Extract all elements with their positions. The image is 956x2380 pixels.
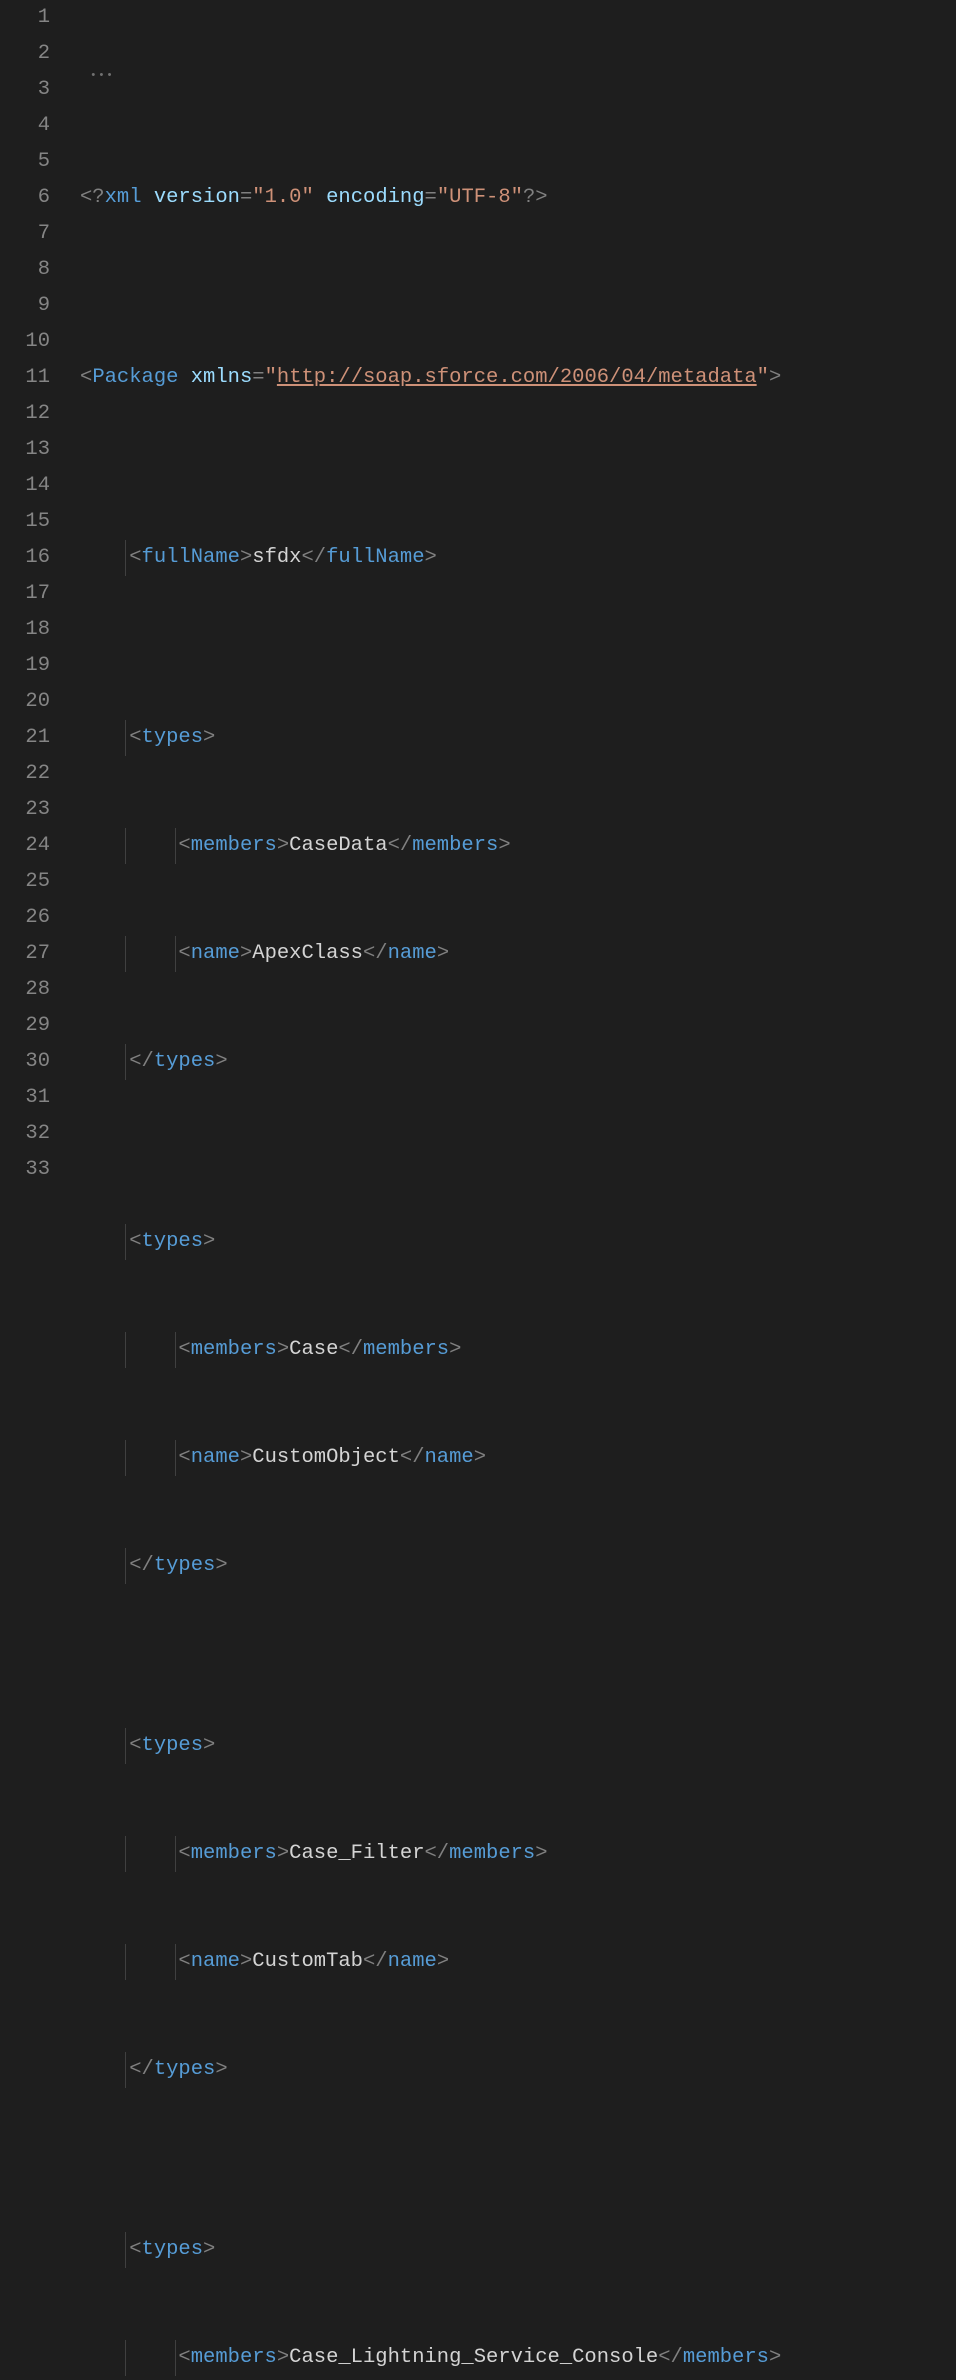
line-number: 19 xyxy=(0,648,50,684)
line-number: 22 xyxy=(0,756,50,792)
code-line: <types> xyxy=(80,720,781,756)
code-line: <types> xyxy=(80,2232,781,2268)
line-number: 32 xyxy=(0,1116,50,1152)
code-line: <fullName>sfdx</fullName> xyxy=(80,540,781,576)
line-number: 29 xyxy=(0,1008,50,1044)
code-line: <name>CustomObject</name> xyxy=(80,1440,781,1476)
line-number: 8 xyxy=(0,252,50,288)
code-line: <types> xyxy=(80,1224,781,1260)
code-line: <?xml version="1.0" encoding="UTF-8"?> xyxy=(80,180,781,216)
line-number: 21 xyxy=(0,720,50,756)
line-number: 23 xyxy=(0,792,50,828)
code-line: </types> xyxy=(80,2052,781,2088)
line-number: 33 xyxy=(0,1152,50,1188)
line-number: 6 xyxy=(0,180,50,216)
code-editor[interactable]: 1 2 3 4 5 6 7 8 9 10 11 12 13 14 15 16 1… xyxy=(0,0,956,2380)
line-number: 14 xyxy=(0,468,50,504)
line-number: 4 xyxy=(0,108,50,144)
code-line: <members>Case_Lightning_Service_Console<… xyxy=(80,2340,781,2376)
code-line: <members>CaseData</members> xyxy=(80,828,781,864)
code-line: <Package xmlns="http://soap.sforce.com/2… xyxy=(80,360,781,396)
code-line: <members>Case</members> xyxy=(80,1332,781,1368)
line-number: 20 xyxy=(0,684,50,720)
line-number: 25 xyxy=(0,864,50,900)
line-number-gutter: 1 2 3 4 5 6 7 8 9 10 11 12 13 14 15 16 1… xyxy=(0,0,72,2380)
code-area[interactable]: ••• <?xml version="1.0" encoding="UTF-8"… xyxy=(72,0,781,2380)
line-number: 17 xyxy=(0,576,50,612)
line-number: 9 xyxy=(0,288,50,324)
folding-ellipsis-icon: ••• xyxy=(90,58,114,94)
line-number: 3 xyxy=(0,72,50,108)
line-number: 27 xyxy=(0,936,50,972)
line-number: 7 xyxy=(0,216,50,252)
line-number: 13 xyxy=(0,432,50,468)
line-number: 16 xyxy=(0,540,50,576)
line-number: 11 xyxy=(0,360,50,396)
line-number: 5 xyxy=(0,144,50,180)
line-number: 28 xyxy=(0,972,50,1008)
code-line: <name>CustomTab</name> xyxy=(80,1944,781,1980)
line-number: 18 xyxy=(0,612,50,648)
code-line: <members>Case_Filter</members> xyxy=(80,1836,781,1872)
code-line: <name>ApexClass</name> xyxy=(80,936,781,972)
line-number: 12 xyxy=(0,396,50,432)
line-number: 2 xyxy=(0,36,50,72)
line-number: 10 xyxy=(0,324,50,360)
line-number: 30 xyxy=(0,1044,50,1080)
line-number: 24 xyxy=(0,828,50,864)
line-number: 26 xyxy=(0,900,50,936)
code-line: </types> xyxy=(80,1044,781,1080)
code-line: <types> xyxy=(80,1728,781,1764)
line-number: 31 xyxy=(0,1080,50,1116)
code-line: </types> xyxy=(80,1548,781,1584)
line-number: 1 xyxy=(0,0,50,36)
line-number: 15 xyxy=(0,504,50,540)
